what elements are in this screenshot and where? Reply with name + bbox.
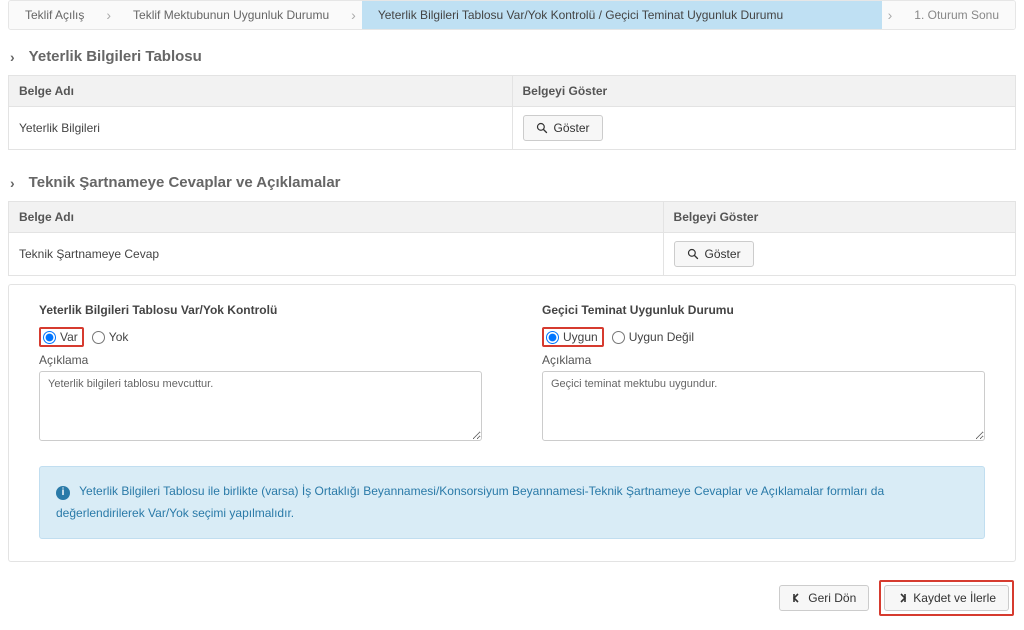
section-header-yeterlik[interactable]: › Yeterlik Bilgileri Tablosu [8, 30, 1016, 75]
radio-label-text: Var [60, 330, 78, 344]
highlight-box: Uygun [542, 327, 604, 347]
highlight-box: Kaydet ve İlerle [879, 580, 1014, 616]
section-title: Yeterlik Bilgileri Tablosu [29, 48, 202, 65]
prev-icon [792, 593, 802, 603]
button-label: Göster [705, 247, 741, 261]
table-teknik: Belge Adı Belgeyi Göster Teknik Şartname… [8, 201, 1016, 276]
col-belgeyi-goster: Belgeyi Göster [663, 202, 1015, 233]
col-belgeyi-goster: Belgeyi Göster [512, 76, 1016, 107]
bc-step-yeterlik-kontrol[interactable]: Yeterlik Bilgileri Tablosu Var/Yok Kontr… [362, 1, 882, 29]
form-left-col: Yeterlik Bilgileri Tablosu Var/Yok Kontr… [39, 303, 482, 444]
radio-uygun-degil[interactable] [612, 331, 625, 344]
chevron-right-icon: › [345, 1, 362, 29]
cell-action: Göster [663, 233, 1015, 276]
right-title: Geçici Teminat Uygunluk Durumu [542, 303, 985, 317]
explain-textarea-left[interactable] [39, 371, 482, 441]
cell-belge-adi: Teknik Şartnameye Cevap [9, 233, 664, 276]
form-panel: Yeterlik Bilgileri Tablosu Var/Yok Kontr… [8, 284, 1016, 562]
radio-yok-label[interactable]: Yok [92, 330, 129, 344]
radio-uygun[interactable] [546, 331, 559, 344]
bc-step-oturum-sonu[interactable]: 1. Oturum Sonu [898, 1, 1015, 29]
goster-button[interactable]: Göster [674, 241, 754, 267]
info-icon: i [56, 486, 70, 500]
radio-group-varyok: Var Yok [39, 327, 482, 347]
highlight-box: Var [39, 327, 84, 347]
col-belge-adi: Belge Adı [9, 76, 513, 107]
table-yeterlik: Belge Adı Belgeyi Göster Yeterlik Bilgil… [8, 75, 1016, 150]
kaydet-ilerle-button[interactable]: Kaydet ve İlerle [884, 585, 1009, 611]
bc-step-teklif-acilis[interactable]: Teklif Açılış [9, 1, 100, 29]
radio-yok[interactable] [92, 331, 105, 344]
section-title: Teknik Şartnameye Cevaplar ve Açıklamala… [29, 174, 341, 191]
table-row: Teknik Şartnameye Cevap Göster [9, 233, 1016, 276]
geri-don-button[interactable]: Geri Dön [779, 585, 869, 611]
goster-button[interactable]: Göster [523, 115, 603, 141]
chevron-right-icon: › [10, 49, 15, 65]
explain-textarea-right[interactable] [542, 371, 985, 441]
search-icon [536, 122, 548, 134]
info-text: Yeterlik Bilgileri Tablosu ile birlikte … [56, 484, 884, 520]
cell-action: Göster [512, 107, 1016, 150]
chevron-right-icon: › [100, 1, 117, 29]
table-row: Yeterlik Bilgileri Göster [9, 107, 1016, 150]
chevron-right-icon: › [10, 175, 15, 191]
radio-label-text: Uygun [563, 330, 598, 344]
radio-group-uygun: Uygun Uygun Değil [542, 327, 985, 347]
form-right-col: Geçici Teminat Uygunluk Durumu Uygun Uyg… [542, 303, 985, 444]
search-icon [687, 248, 699, 260]
button-label: Geri Dön [808, 591, 856, 605]
chevron-right-icon: › [882, 1, 899, 29]
info-box: i Yeterlik Bilgileri Tablosu ile birlikt… [39, 466, 985, 539]
next-icon [897, 593, 907, 603]
radio-var-label[interactable]: Var [43, 330, 78, 344]
radio-label-text: Uygun Değil [629, 330, 694, 344]
cell-belge-adi: Yeterlik Bilgileri [9, 107, 513, 150]
col-belge-adi: Belge Adı [9, 202, 664, 233]
left-title: Yeterlik Bilgileri Tablosu Var/Yok Kontr… [39, 303, 482, 317]
section-header-teknik[interactable]: › Teknik Şartnameye Cevaplar ve Açıklama… [8, 156, 1016, 201]
radio-var[interactable] [43, 331, 56, 344]
radio-uygun-degil-label[interactable]: Uygun Değil [612, 330, 694, 344]
table-header-row: Belge Adı Belgeyi Göster [9, 76, 1016, 107]
button-label: Kaydet ve İlerle [913, 591, 996, 605]
explain-label: Açıklama [542, 353, 985, 367]
button-label: Göster [554, 121, 590, 135]
bc-step-mektup-uygunluk[interactable]: Teklif Mektubunun Uygunluk Durumu [117, 1, 345, 29]
explain-label: Açıklama [39, 353, 482, 367]
table-header-row: Belge Adı Belgeyi Göster [9, 202, 1016, 233]
breadcrumb: Teklif Açılış › Teklif Mektubunun Uygunl… [8, 0, 1016, 30]
radio-label-text: Yok [109, 330, 129, 344]
footer-actions: Geri Dön Kaydet ve İlerle [8, 562, 1016, 620]
radio-uygun-label[interactable]: Uygun [546, 330, 598, 344]
